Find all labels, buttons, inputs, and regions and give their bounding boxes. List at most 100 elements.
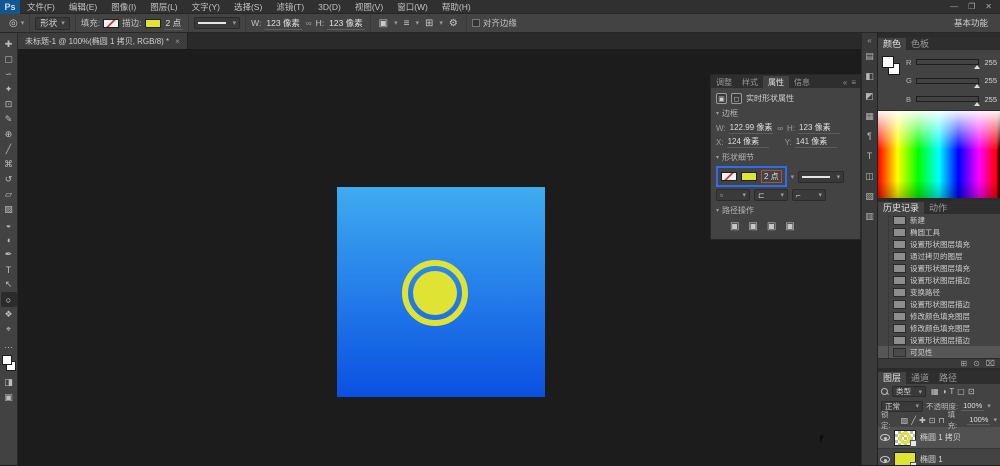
layer-filter-icon[interactable]: ▢ — [957, 387, 965, 396]
history-state-row[interactable]: 可见性 — [878, 346, 1000, 358]
collapsed-panel-icon[interactable]: T — [863, 149, 877, 163]
tool-mode-select[interactable]: 形状 ▾ — [35, 17, 70, 30]
panel-tab[interactable]: 色板 — [906, 38, 934, 50]
layer-row[interactable]: 椭圆 1 — [878, 449, 1000, 465]
path-operations-icon[interactable]: ▣ — [376, 18, 391, 29]
path-arrangement-icon[interactable]: ⊞ — [422, 18, 436, 29]
tool-button[interactable]: ∽ — [1, 67, 17, 82]
chevron-down-icon[interactable]: ▾ — [716, 207, 719, 214]
history-state-row[interactable]: 修改颜色填充图层 — [878, 310, 1000, 322]
shape-x-field[interactable]: 124 像素 — [727, 136, 769, 148]
menu-item[interactable]: 编辑(E) — [62, 0, 104, 14]
restore-button[interactable]: ❐ — [968, 2, 975, 11]
menu-item[interactable]: 文件(F) — [20, 0, 62, 14]
minimize-button[interactable]: — — [950, 2, 958, 11]
layer-name[interactable]: 椭圆 1 — [920, 454, 943, 465]
tool-button[interactable]: ▣ — [1, 390, 17, 405]
stroke-swatch[interactable] — [145, 19, 161, 28]
fill-swatch[interactable] — [103, 19, 119, 28]
workspace-switcher[interactable]: 基本功能 — [954, 17, 1000, 29]
expand-panels-icon[interactable]: « — [867, 36, 871, 45]
history-state-row[interactable]: 设置形状图层描边 — [878, 334, 1000, 346]
layer-name[interactable]: 椭圆 1 拷贝 — [920, 432, 961, 443]
layer-visibility-eye-icon[interactable] — [880, 434, 890, 441]
panel-tab[interactable]: 动作 — [924, 202, 952, 214]
tool-button[interactable]: ⌘ — [1, 157, 17, 172]
panel-tab[interactable]: 样式 — [737, 76, 763, 88]
collapsed-panel-icon[interactable]: ▧ — [863, 189, 877, 203]
tool-button[interactable]: ◨ — [1, 375, 17, 390]
collapse-panel-icon[interactable]: « — [843, 78, 847, 87]
tool-button[interactable]: ▨ — [1, 202, 17, 217]
tool-button[interactable]: ↺ — [1, 172, 17, 187]
layer-thumbnail[interactable] — [894, 430, 916, 446]
history-state-row[interactable]: 新建 — [878, 214, 1000, 226]
tool-button[interactable]: ✦ — [1, 82, 17, 97]
collapsed-panel-icon[interactable]: ◧ — [863, 69, 877, 83]
tool-button[interactable]: ✚ — [1, 37, 17, 52]
layer-filter-icon[interactable]: ◑ — [942, 387, 947, 396]
panel-tab[interactable]: 调整 — [711, 76, 737, 88]
channel-value[interactable]: 255 — [982, 58, 997, 67]
panel-tab[interactable]: 路径 — [934, 372, 962, 384]
history-source-column[interactable] — [881, 286, 889, 298]
link-dimensions-icon[interactable]: ∞ — [776, 124, 784, 133]
collapsed-panel-icon[interactable]: ▤ — [863, 49, 877, 63]
lock-icon[interactable]: ⊡ — [929, 416, 936, 425]
channel-value[interactable]: 255 — [982, 76, 997, 85]
path-operation-icon[interactable]: ▣ — [785, 221, 794, 232]
history-state-row[interactable]: 设置形状图层描边 — [878, 298, 1000, 310]
slider-thumb-icon[interactable] — [974, 102, 980, 106]
height-field[interactable]: 123 像素 — [327, 17, 365, 30]
history-source-column[interactable] — [881, 298, 889, 310]
tool-button[interactable]: ╱ — [1, 142, 17, 157]
close-button[interactable]: ✕ — [985, 2, 992, 11]
collapsed-panel-icon[interactable]: ◩ — [863, 89, 877, 103]
panel-tab[interactable]: 属性 — [763, 76, 789, 88]
layer-fill-field[interactable]: 100% — [967, 415, 990, 425]
collapsed-panel-icon[interactable]: ◫ — [863, 169, 877, 183]
history-state-row[interactable]: 设置形状图层填充 — [878, 262, 1000, 274]
layer-row[interactable]: 椭圆 1 拷贝 — [878, 427, 1000, 449]
shape-y-field[interactable]: 141 像素 — [795, 136, 837, 148]
history-state-row[interactable]: 设置形状图层填充 — [878, 238, 1000, 250]
foreground-background-swatches[interactable] — [881, 54, 903, 107]
collapsed-panel-icon[interactable]: ¶ — [863, 129, 877, 143]
color-slider-track[interactable] — [916, 96, 979, 102]
color-spectrum-ramp[interactable] — [878, 110, 1000, 198]
history-state-row[interactable]: 椭圆工具 — [878, 226, 1000, 238]
history-source-column[interactable] — [881, 250, 889, 262]
tool-button[interactable]: ✒ — [1, 247, 17, 262]
panel-menu-icon[interactable]: ≡ — [851, 78, 856, 87]
history-source-column[interactable] — [881, 214, 889, 226]
foreground-color-swatch[interactable] — [882, 56, 894, 68]
layer-thumbnail[interactable] — [894, 452, 916, 466]
tool-button[interactable]: ✎ — [1, 112, 17, 127]
panel-tab[interactable]: 颜色 — [878, 38, 906, 50]
panel-tab[interactable]: 信息 — [789, 76, 815, 88]
history-source-column[interactable] — [881, 274, 889, 286]
lock-icon[interactable]: ╱ — [911, 416, 916, 425]
panel-tab[interactable]: 图层 — [878, 372, 906, 384]
history-state-row[interactable]: 修改颜色填充图层 — [878, 322, 1000, 334]
history-source-column[interactable] — [881, 262, 889, 274]
tool-button[interactable]: ❖ — [1, 307, 17, 322]
tool-preset-picker[interactable]: ◎ ▾ — [4, 14, 30, 32]
tool-button[interactable]: ○ — [1, 292, 17, 307]
stroke-type-select[interactable]: ▾ — [798, 171, 844, 183]
tool-button[interactable]: ⊡ — [1, 97, 17, 112]
slider-thumb-icon[interactable] — [974, 65, 980, 69]
stroke-type-select[interactable]: ▾ — [194, 17, 240, 29]
path-alignment-icon[interactable]: ≡ — [401, 18, 413, 29]
slider-thumb-icon[interactable] — [974, 84, 980, 88]
path-operation-icon[interactable]: ▣ — [730, 221, 739, 232]
history-footer-icon[interactable]: ⌧ — [986, 359, 995, 368]
menu-item[interactable]: 帮助(H) — [435, 0, 478, 14]
shape-fill-swatch[interactable] — [721, 172, 737, 181]
tool-button[interactable]: … — [1, 337, 17, 352]
history-source-column[interactable] — [881, 322, 889, 334]
tool-button[interactable]: ↖ — [1, 277, 17, 292]
lock-icon[interactable]: ▨ — [901, 416, 909, 425]
document-close-icon[interactable]: × — [175, 37, 180, 46]
layer-filter-select[interactable]: 类型 ▾ — [892, 386, 926, 397]
